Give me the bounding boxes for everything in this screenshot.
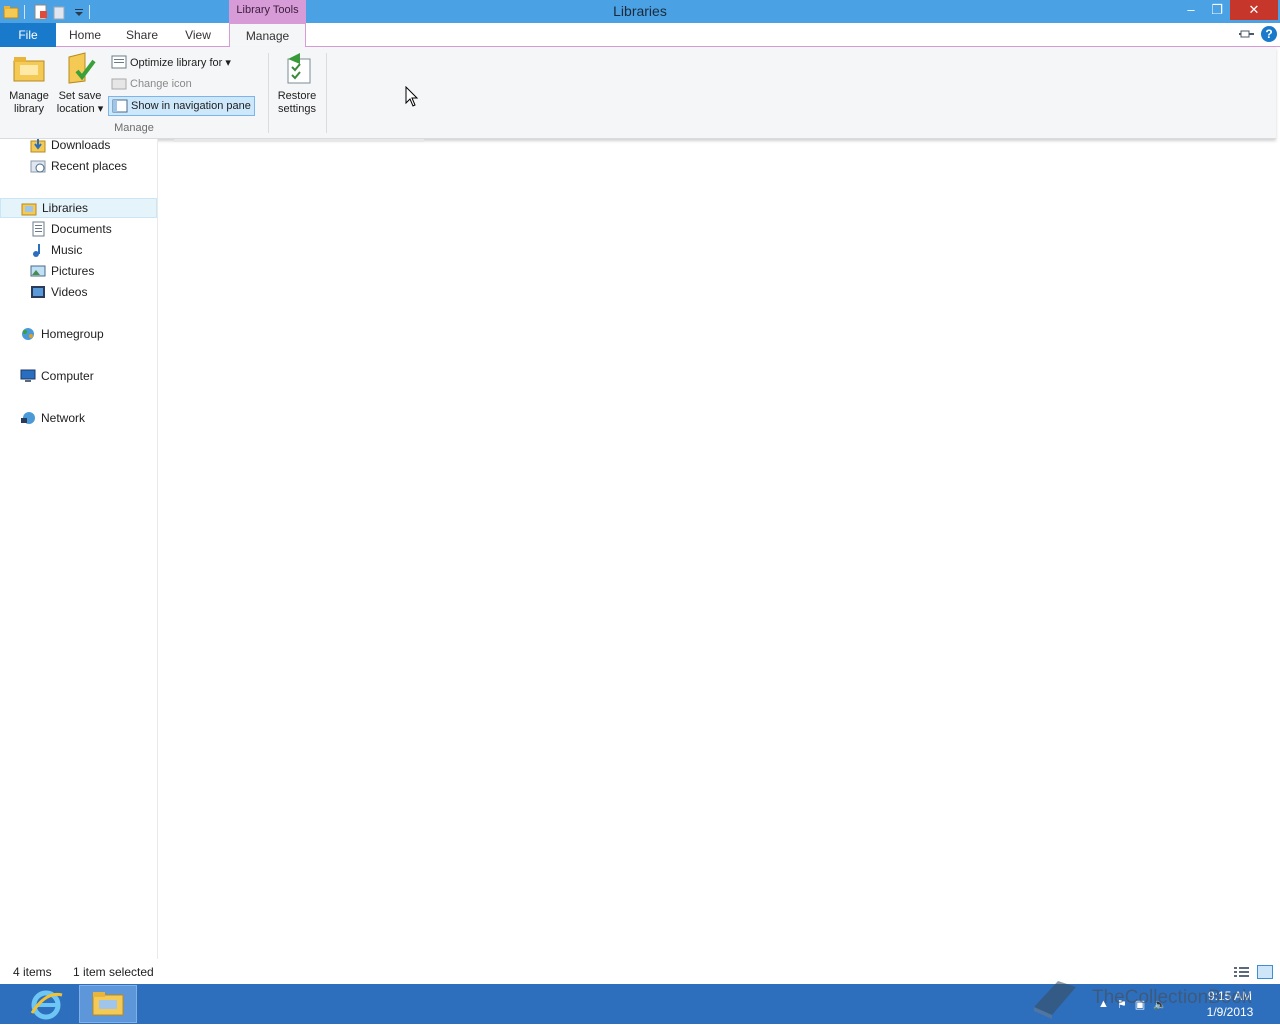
help-icon[interactable]: ? [1261, 26, 1277, 42]
content-pane-header [174, 139, 424, 142]
optimize-library-for-button[interactable]: Optimize library for ▾ [108, 52, 234, 72]
recent-places-icon [30, 158, 46, 174]
large-icons-view-icon[interactable] [1257, 965, 1273, 979]
nav-item-pictures[interactable]: Pictures [0, 261, 157, 281]
nav-item-label: Recent places [51, 159, 128, 173]
nav-item-label: Libraries [42, 201, 89, 215]
tab-file[interactable]: File [0, 23, 56, 47]
title-bar: Library Tools Libraries – ❐ ✕ [0, 0, 1280, 23]
set-save-location-label-1: Set save [58, 90, 102, 102]
book-icon [1030, 977, 1078, 1019]
restore-settings-label-1: Restore [277, 90, 317, 102]
manage-library-icon [12, 51, 46, 85]
ribbon-tab-row: File Home Share View Manage [0, 23, 1280, 48]
manage-library-label-2: library [14, 103, 44, 115]
videos-icon [30, 284, 46, 300]
nav-item-label: Documents [51, 222, 112, 236]
ribbon-panel: Manage library Set save location ▾ Optim… [0, 47, 1276, 139]
manage-library-button[interactable]: Manage library [4, 51, 54, 116]
nav-item-homegroup[interactable]: Homegroup [0, 324, 157, 344]
status-selection: 1 item selected [73, 965, 154, 979]
restore-settings-button[interactable]: Restore settings [272, 51, 322, 116]
change-icon-button[interactable]: Change icon [108, 74, 195, 94]
mouse-cursor-icon [405, 85, 419, 108]
watermark-text: TheCollectionBook [1092, 987, 1252, 1008]
nav-item-label: Pictures [51, 264, 95, 278]
libraries-icon [21, 200, 37, 216]
nav-item-documents[interactable]: Documents [0, 219, 157, 239]
library-tools-context-label: Library Tools [229, 0, 306, 23]
nav-item-libraries[interactable]: Libraries [0, 198, 157, 218]
maximize-button[interactable]: ❐ [1204, 0, 1230, 20]
group-label-manage: Manage [114, 122, 154, 134]
pin-ribbon-icon[interactable] [1239, 27, 1255, 41]
nav-item-recent-places[interactable]: Recent places [0, 156, 157, 176]
restore-settings-label-2: settings [278, 103, 316, 115]
internet-explorer-icon[interactable] [28, 987, 64, 1021]
change-icon-icon [111, 77, 127, 91]
nav-item-label: Computer [41, 369, 94, 383]
nav-item-computer[interactable]: Computer [0, 366, 157, 386]
documents-icon [30, 221, 46, 237]
properties-icon[interactable] [33, 4, 49, 20]
show-in-navigation-pane-label: Show in navigation pane [131, 100, 251, 112]
homegroup-icon [20, 326, 36, 342]
new-folder-icon[interactable] [52, 4, 68, 20]
set-save-location-button[interactable]: Set save location ▾ [54, 51, 106, 116]
set-save-location-icon [63, 51, 97, 85]
nav-item-label: Downloads [51, 138, 111, 152]
navigation-pane: Downloads Recent places Libraries Docume… [0, 138, 158, 959]
group-separator [268, 53, 269, 133]
nav-item-music[interactable]: Music [0, 240, 157, 260]
window-title: Libraries [613, 3, 667, 19]
minimize-button[interactable]: – [1178, 0, 1204, 20]
music-icon [30, 242, 46, 258]
status-item-count: 4 items [13, 965, 52, 979]
show-in-navigation-pane-button[interactable]: Show in navigation pane [108, 96, 255, 116]
change-icon-label: Change icon [130, 78, 192, 90]
nav-item-downloads[interactable]: Downloads [0, 135, 157, 155]
explorer-icon[interactable] [3, 4, 19, 20]
pictures-icon [30, 263, 46, 279]
manage-library-label-1: Manage [9, 90, 49, 102]
tab-home[interactable]: Home [60, 23, 110, 47]
nav-item-network[interactable]: Network [0, 408, 157, 428]
computer-icon [20, 368, 36, 384]
downloads-icon [30, 137, 46, 153]
group-separator [326, 53, 327, 133]
watermark: TheCollectionBook [1030, 974, 1251, 1022]
nav-item-label: Homegroup [41, 327, 104, 341]
file-explorer-taskbar-button[interactable] [79, 985, 137, 1023]
optimize-icon [111, 55, 127, 69]
tab-share[interactable]: Share [116, 23, 168, 47]
restore-settings-icon [280, 51, 314, 85]
set-save-location-label-2: location ▾ [56, 103, 104, 115]
nav-item-label: Music [51, 243, 83, 257]
close-button[interactable]: ✕ [1230, 0, 1278, 20]
tab-manage[interactable]: Manage [229, 23, 306, 48]
optimize-library-for-label: Optimize library for ▾ [130, 56, 231, 69]
file-explorer-icon [92, 992, 124, 1016]
customize-dropdown-icon[interactable] [74, 4, 84, 20]
nav-item-label: Videos [51, 285, 88, 299]
nav-item-videos[interactable]: Videos [0, 282, 157, 302]
quick-access-toolbar [0, 0, 95, 23]
nav-item-label: Network [41, 411, 86, 425]
navigation-pane-icon [112, 99, 128, 113]
tab-view[interactable]: View [174, 23, 222, 47]
network-icon [20, 410, 36, 426]
